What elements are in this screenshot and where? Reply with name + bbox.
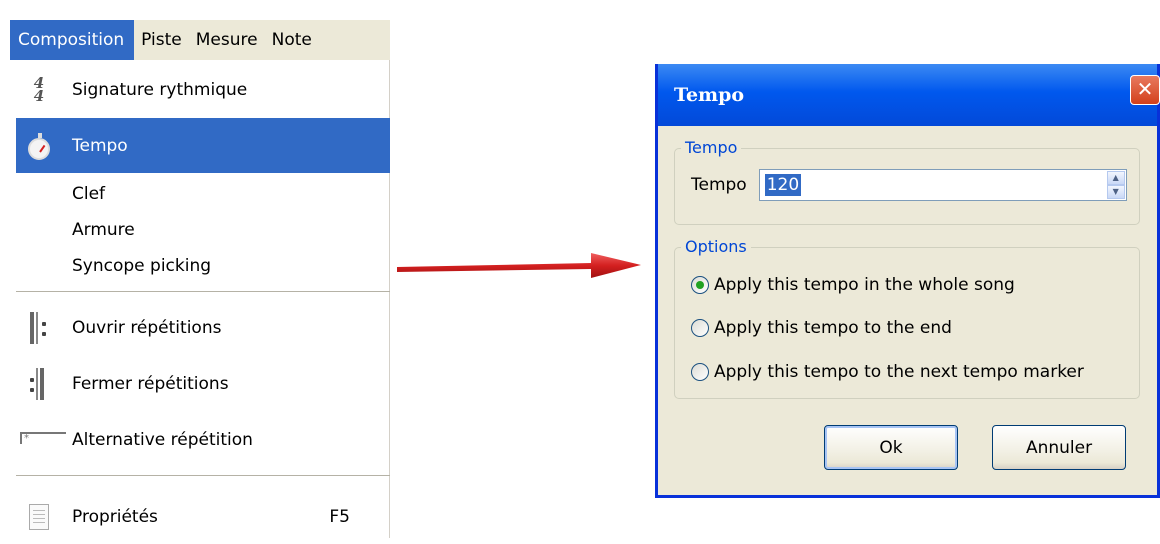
dialog-title: Tempo [674,84,745,106]
menu-bar: Composition Piste Mesure Note [10,18,390,60]
radio-label: Apply this tempo to the next tempo marke… [714,362,1084,382]
menu-item-label: Signature rythmique [72,79,248,100]
menu-item-armure[interactable]: Armure [16,212,390,248]
radio-to-end[interactable]: Apply this tempo to the end [691,318,952,338]
menu-item-fermer-repetitions[interactable]: Fermer répétitions [16,356,390,411]
menu-item-syncope-picking[interactable]: Syncope picking [16,248,390,284]
menu-item-label: Tempo [72,135,128,156]
menu-item-label: Propriétés [72,506,158,527]
spin-up-icon[interactable]: ▲ [1106,171,1125,185]
radio-button[interactable] [691,319,709,337]
menu-piste[interactable]: Piste [134,20,189,60]
menu-item-label: Alternative répétition [72,429,253,450]
dialog-titlebar[interactable]: Tempo ✕ [658,64,1160,126]
tempo-spinbox[interactable]: 120 ▲ ▼ [758,169,1127,201]
tempo-group: Tempo Tempo 120 ▲ ▼ [674,138,1140,225]
radio-next-marker[interactable]: Apply this tempo to the next tempo marke… [691,362,1084,382]
radio-whole-song[interactable]: Apply this tempo in the whole song [691,275,1015,295]
radio-button[interactable] [691,363,709,381]
menu-note[interactable]: Note [265,20,319,60]
spin-down-icon[interactable]: ▼ [1106,185,1125,199]
close-repeat-icon [16,356,62,411]
tempo-value[interactable]: 120 [764,174,802,196]
red-arrow-icon [397,253,641,278]
menu-item-clef[interactable]: Clef [16,176,390,212]
menu-item-ouvrir-repetitions[interactable]: Ouvrir répétitions [16,300,390,355]
menu-mesure[interactable]: Mesure [189,20,265,60]
menu-item-label: Armure [72,220,135,240]
open-repeat-icon [16,300,62,355]
tempo-group-legend: Tempo [681,138,742,157]
options-group: Options Apply this tempo in the whole so… [674,237,1140,399]
cancel-button[interactable]: Annuler [992,425,1126,470]
radio-label: Apply this tempo in the whole song [714,275,1015,295]
menu-item-label: Ouvrir répétitions [72,317,222,338]
menu-item-tempo[interactable]: Tempo [16,118,390,173]
ok-button[interactable]: Ok [824,425,958,470]
menu-item-label: Syncope picking [72,256,212,276]
menu-item-proprietes[interactable]: Propriétés F5 [16,489,390,544]
stopwatch-icon [16,118,62,173]
alternative-ending-icon: * [16,412,66,467]
composition-dropdown-menu: 44 Signature rythmique Tempo Clef Armure… [10,60,390,538]
time-signature-icon: 44 [33,73,45,105]
radio-label: Apply this tempo to the end [714,318,952,338]
options-group-legend: Options [681,237,751,256]
radio-button-checked[interactable] [691,276,709,294]
menu-separator [16,475,390,476]
properties-icon [16,489,62,544]
menu-composition[interactable]: Composition [10,20,135,60]
menu-item-shortcut: F5 [329,506,350,527]
close-icon[interactable]: ✕ [1130,75,1160,105]
menu-item-label: Fermer répétitions [72,373,229,394]
menu-separator [16,291,390,292]
tempo-field-label: Tempo [691,175,747,195]
menu-item-alternative-repetition[interactable]: * Alternative répétition [16,412,390,467]
tempo-dialog: Tempo ✕ Tempo Tempo 120 ▲ ▼ Options Appl… [655,64,1160,498]
menu-item-label: Clef [72,184,106,204]
menu-item-signature-rythmique[interactable]: 44 Signature rythmique [16,62,390,117]
